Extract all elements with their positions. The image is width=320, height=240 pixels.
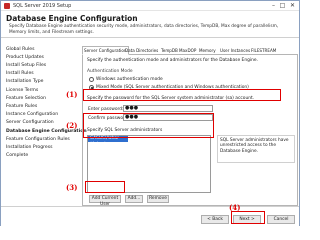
cancel-button[interactable]: Cancel (267, 215, 295, 224)
tab-memory[interactable]: Memory (198, 47, 217, 55)
tab-data-directories[interactable]: Data Directories (124, 47, 159, 55)
annotation-box-add-current-user (85, 181, 125, 193)
annotation-label-2: (2) (66, 121, 78, 130)
sidebar-item-complete[interactable]: Complete (6, 153, 28, 158)
add-current-user-button[interactable]: Add Current User (89, 195, 121, 207)
tab-server-configuration[interactable]: Server Configuration (82, 46, 129, 55)
back-button[interactable]: < Back (201, 215, 229, 224)
page-title: Database Engine Configuration (6, 14, 138, 23)
sidebar-item-instance-configuration[interactable]: Instance Configuration (6, 112, 58, 117)
annotation-box-mixed-mode (83, 89, 281, 101)
enter-password-label: Enter password: (88, 107, 124, 112)
windows-auth-radio[interactable] (89, 77, 94, 82)
window-title: SQL Server 2019 Setup (13, 3, 72, 9)
sidebar-item-feature-configuration-rules[interactable]: Feature Configuration Rules (6, 137, 70, 142)
sidebar-item-product-updates[interactable]: Product Updates (6, 55, 44, 60)
tab-filestream[interactable]: FILESTREAM (250, 47, 277, 55)
auth-mode-group-label: Authentication Mode (87, 69, 133, 74)
annotation-label-1: (1) (66, 90, 78, 99)
sidebar-item-feature-selection[interactable]: Feature Selection (6, 96, 46, 101)
annotation-box-passwords (83, 113, 214, 138)
title-bar: SQL Server 2019 Setup – □ ✕ (1, 1, 299, 11)
minimize-icon[interactable]: – (269, 2, 278, 10)
config-tabs: Server Configuration Data Directories Te… (82, 46, 298, 55)
sidebar-item-install-setup-files[interactable]: Install Setup Files (6, 63, 46, 68)
page-description: Specify Database Engine authentication s… (9, 24, 279, 35)
remove-button[interactable]: Remove (147, 195, 169, 203)
add-button[interactable]: Add... (125, 195, 143, 203)
sidebar-item-feature-rules[interactable]: Feature Rules (6, 104, 37, 109)
tab-maxdop[interactable]: MaxDOP (178, 47, 197, 55)
sidebar-item-global-rules[interactable]: Global Rules (6, 47, 35, 52)
enter-password-field[interactable]: ●●● (123, 105, 213, 112)
sidebar-item-license-terms[interactable]: License Terms (6, 88, 38, 93)
annotation-label-3: (3) (66, 183, 78, 192)
maximize-icon[interactable]: □ (278, 2, 287, 10)
setup-window: SQL Server 2019 Setup – □ ✕ Database Eng… (0, 0, 300, 226)
close-icon[interactable]: ✕ (288, 2, 297, 10)
auth-intro-text: Specify the authentication mode and admi… (87, 58, 258, 63)
sql-server-icon (4, 3, 10, 9)
admins-info-note: SQL Server administrators have unrestric… (217, 135, 295, 163)
tab-user-instances[interactable]: User Instances (219, 47, 251, 55)
sidebar-item-install-rules[interactable]: Install Rules (6, 71, 34, 76)
tab-tempdb[interactable]: TempDB (160, 47, 179, 55)
sidebar-item-installation-type[interactable]: Installation Type (6, 79, 43, 84)
sidebar-item-server-configuration[interactable]: Server Configuration (6, 120, 54, 125)
windows-auth-label[interactable]: Windows authentication mode (96, 77, 163, 82)
annotation-box-next (231, 211, 265, 224)
page-header: Database Engine Configuration Specify Da… (1, 11, 299, 38)
sidebar-item-installation-progress[interactable]: Installation Progress (6, 145, 53, 150)
